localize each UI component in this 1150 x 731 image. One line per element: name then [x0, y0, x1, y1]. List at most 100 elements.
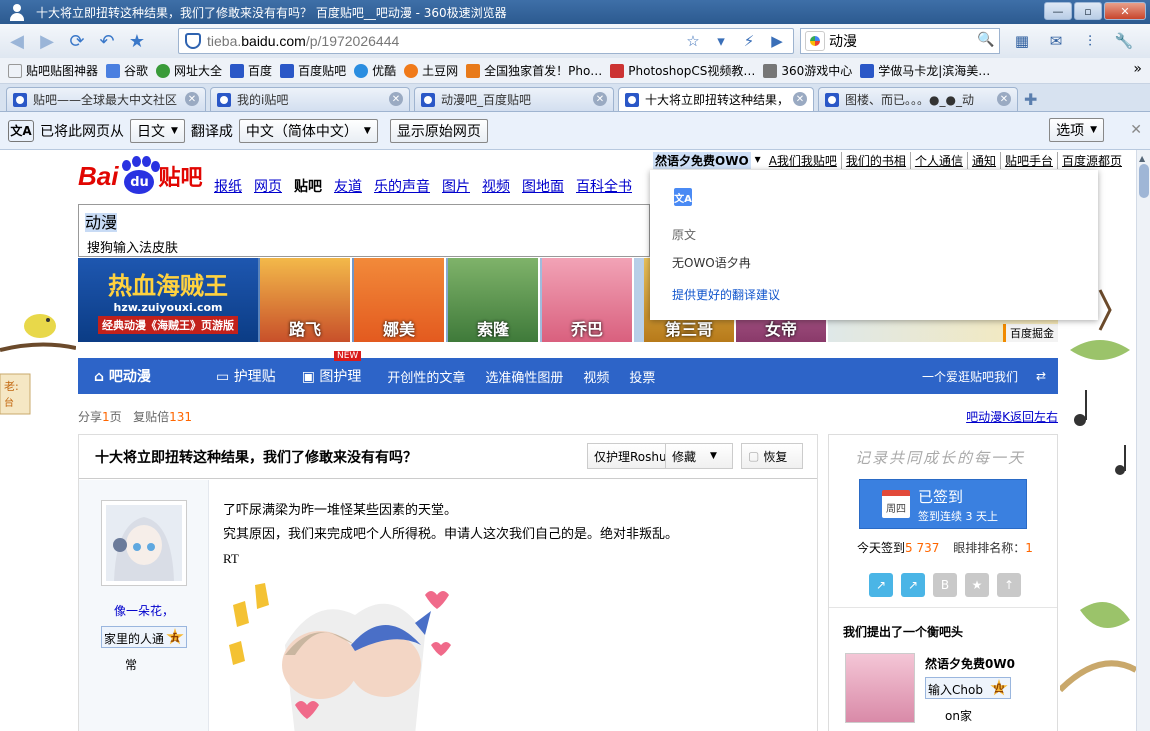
- collect-button[interactable]: 修藏 ▼: [665, 443, 733, 469]
- forum-tab-photos[interactable]: ▣ 图护理: [302, 366, 362, 386]
- ad-label[interactable]: 百度掘金: [1003, 324, 1058, 342]
- address-bar[interactable]: tieba.baidu.com/p/1972026444 ☆ ▾ ⚡ ▶: [178, 28, 794, 54]
- swap-icon[interactable]: ⇄: [1036, 369, 1046, 383]
- bookmark-item[interactable]: 全国独家首发！Pho…: [466, 62, 602, 79]
- undo-close-icon[interactable]: ↶: [94, 28, 120, 54]
- extensions-icon[interactable]: ▦: [1010, 30, 1034, 52]
- username-link[interactable]: 然语夕免费OWO: [653, 152, 751, 169]
- translate-options-button[interactable]: 选项 ▼: [1049, 118, 1104, 142]
- mobile-tieba-link[interactable]: 贴吧手台: [999, 152, 1057, 169]
- close-tab-icon[interactable]: ✕: [389, 92, 403, 106]
- author-level-badge[interactable]: 家里的人通 五: [101, 626, 187, 648]
- bookmark-item[interactable]: 百度贴吧: [280, 62, 346, 79]
- bookmark-item[interactable]: 学做马卡龙|滨海美…: [860, 62, 990, 79]
- favorite-star-icon[interactable]: ★: [124, 28, 150, 54]
- refresh-icon[interactable]: ⟳: [64, 28, 90, 54]
- post-image[interactable]: [225, 575, 465, 731]
- bookmark-item[interactable]: 土豆网: [404, 62, 458, 79]
- nav-news[interactable]: 报纸: [214, 176, 242, 196]
- bookmark-item[interactable]: 优酷: [354, 62, 396, 79]
- chevron-down-icon[interactable]: ▾: [751, 152, 765, 169]
- clean-icon[interactable]: ✉: [1044, 30, 1068, 52]
- my-tieba-link[interactable]: A我们我贴吧: [765, 152, 841, 169]
- minimize-button[interactable]: —: [1044, 2, 1072, 20]
- notifications-link[interactable]: 通知: [966, 152, 1000, 169]
- sign-in-button[interactable]: 周四 已签到 签到连续 3 天上: [859, 479, 1027, 529]
- avatar[interactable]: [101, 500, 187, 586]
- bookmark-item[interactable]: 360游戏中心: [763, 62, 852, 79]
- search-suggestion[interactable]: 搜狗输入法皮肤: [78, 233, 650, 257]
- nav-video[interactable]: 视频: [482, 176, 510, 196]
- tools-wrench-icon[interactable]: 🔧: [1112, 30, 1136, 52]
- forum-tab-featured[interactable]: 开创性的文章: [387, 367, 465, 386]
- bookmark-item[interactable]: 网址大全: [156, 62, 222, 79]
- new-tab-icon[interactable]: ✚: [1024, 90, 1037, 109]
- forum-leader-avatar[interactable]: [845, 653, 915, 723]
- star-icon[interactable]: ★: [965, 573, 989, 597]
- close-tab-icon[interactable]: ✕: [593, 92, 607, 106]
- tab[interactable]: 图楼、而已。。。●_●_动 ✕: [818, 87, 1018, 111]
- tab[interactable]: 贴吧——全球最大中文社区 ✕: [6, 87, 206, 111]
- show-original-button[interactable]: 显示原始网页: [389, 118, 488, 143]
- close-tab-icon[interactable]: ✕: [997, 92, 1011, 106]
- back-to-forum-link[interactable]: 吧动漫K返回左右: [966, 408, 1058, 425]
- close-tab-icon[interactable]: ✕: [185, 92, 199, 106]
- nav-images[interactable]: 图片: [442, 176, 470, 196]
- forward-icon[interactable]: ▶: [34, 28, 60, 54]
- share-icon[interactable]: ↗: [901, 573, 925, 597]
- bookmark-item[interactable]: 贴吧贴图神器: [8, 62, 98, 79]
- go-icon[interactable]: ▶: [765, 31, 789, 51]
- search-query[interactable]: 动漫: [829, 31, 857, 51]
- forum-leader-level[interactable]: 输入Chob 四: [925, 677, 1011, 699]
- share-icon[interactable]: ↗: [869, 573, 893, 597]
- only-author-button[interactable]: 仅护理Roshu: [587, 443, 674, 469]
- b-icon[interactable]: B: [933, 573, 957, 597]
- search-engine-icon[interactable]: [805, 31, 825, 51]
- close-tab-icon[interactable]: ✕: [793, 92, 807, 106]
- nav-tieba[interactable]: 贴吧: [294, 176, 322, 196]
- scroll-up-icon[interactable]: ▲: [1139, 154, 1149, 164]
- forum-tab-posts[interactable]: ▭ 护理贴: [216, 366, 276, 386]
- forum-tab-albums[interactable]: 选准确性图册: [485, 367, 563, 386]
- forum-tab-video[interactable]: 视频: [583, 367, 609, 386]
- forum-fans-link[interactable]: 一个爱逛贴吧我们: [922, 368, 1018, 385]
- tab[interactable]: 我的i贴吧 ✕: [210, 87, 410, 111]
- nav-zhidao[interactable]: 友道: [334, 176, 362, 196]
- nav-baike[interactable]: 百科全书: [576, 176, 632, 196]
- bookmark-star-icon[interactable]: ☆: [681, 31, 705, 51]
- nav-web[interactable]: 网页: [254, 176, 282, 196]
- bookmarks-more-button[interactable]: »: [1133, 61, 1142, 77]
- maximize-button[interactable]: ▫: [1074, 2, 1102, 20]
- forum-home-link[interactable]: ⌂ 吧动漫: [94, 366, 204, 386]
- speed-mode-icon[interactable]: ⚡: [737, 31, 761, 51]
- page-scrollbar[interactable]: ▲: [1136, 150, 1150, 731]
- forum-leader-name[interactable]: 然语夕免费0W0: [925, 655, 1015, 672]
- sidebar-icon[interactable]: ⫶: [1078, 30, 1102, 52]
- my-books-link[interactable]: 我们的书相: [840, 152, 910, 169]
- scroll-thumb[interactable]: [1139, 164, 1149, 198]
- source-language-select[interactable]: 日文 ▼: [130, 118, 185, 143]
- close-translate-bar-icon[interactable]: ✕: [1130, 122, 1142, 138]
- baidu-tieba-logo[interactable]: Bai du 贴吧: [78, 156, 202, 194]
- search-box[interactable]: 动漫 🔍: [800, 28, 1000, 54]
- messages-link[interactable]: 个人通信: [909, 152, 967, 169]
- close-window-button[interactable]: ✕: [1104, 2, 1146, 20]
- search-icon[interactable]: 🔍: [977, 32, 995, 50]
- tab[interactable]: 动漫吧_百度贴吧 ✕: [414, 87, 614, 111]
- tieba-search-input[interactable]: 动漫: [78, 204, 650, 234]
- upload-icon[interactable]: ↑: [997, 573, 1021, 597]
- suggest-translation-link[interactable]: 提供更好的翻译建议: [672, 286, 780, 303]
- nav-music[interactable]: 乐的声音: [374, 176, 430, 196]
- reply-button[interactable]: ▢ 恢复: [741, 443, 803, 469]
- target-language-select[interactable]: 中文（简体中文） ▼: [238, 118, 378, 143]
- dropdown-arrow-icon[interactable]: ▾: [709, 31, 733, 51]
- bookmark-item[interactable]: 百度: [230, 62, 272, 79]
- forum-tab-vote[interactable]: 投票: [629, 367, 655, 386]
- bookmark-item[interactable]: 谷歌: [106, 62, 148, 79]
- baidu-home-link[interactable]: 百度源都页: [1056, 152, 1126, 169]
- bookmark-item[interactable]: PhotoshopCS视频教…: [610, 62, 755, 79]
- nav-map[interactable]: 图地面: [522, 176, 564, 196]
- tab-active[interactable]: 十大将立即扭转这种结果， ✕: [618, 87, 814, 111]
- address-url[interactable]: tieba.baidu.com/p/1972026444: [207, 33, 399, 49]
- author-name-link[interactable]: 像一朵花，: [79, 602, 209, 619]
